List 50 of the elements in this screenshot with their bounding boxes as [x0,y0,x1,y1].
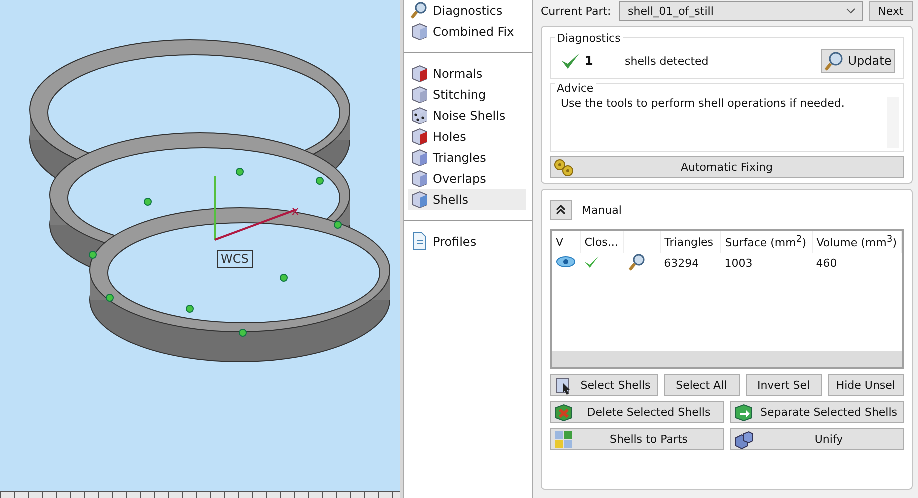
column-header[interactable]: V [552,231,580,253]
update-button[interactable]: Update [821,49,895,73]
tool-button[interactable]: Hide Unsel [828,374,904,396]
magnifier-icon [628,253,646,271]
tool-button[interactable]: Shells to Parts [550,428,724,450]
sidebar-item[interactable]: Triangles [408,147,526,168]
magnifier-icon [410,1,429,20]
tool-button[interactable]: Select Shells [550,374,658,396]
gears-icon [553,158,575,178]
magnifier-icon [824,51,844,71]
cubes-icon [734,430,754,450]
status-text: shells detected [625,54,710,68]
chevron-down-icon [846,8,856,14]
shell-count: 1 [585,54,594,68]
group-title: Diagnostics [555,32,623,45]
collapse-button[interactable] [550,200,572,220]
next-button[interactable]: Next [869,1,913,21]
sidebar-item[interactable]: Overlaps [408,168,526,189]
chevrons-up-icon [556,205,566,215]
table-cell: 1003 [720,253,812,274]
scrollbar[interactable] [552,351,902,367]
tool-button[interactable]: Separate Selected Shells [730,401,904,423]
axis-label: WCS [217,250,253,268]
column-header[interactable]: Surface (mm$^{2}$) [720,231,812,253]
tool-button[interactable]: Invert Sel [746,374,822,396]
sidebar-item[interactable]: Profiles [408,231,526,252]
sidebar-item[interactable]: Normals [408,63,526,84]
automatic-fixing-button[interactable]: Automatic Fixing [550,156,904,178]
arrow-cube-icon [734,403,754,423]
column-header[interactable]: Triangles [660,231,721,253]
column-header[interactable]: Volume (mm$^{3}$) [812,231,902,253]
column-header[interactable]: Clos... [580,231,624,253]
sidebar-item[interactable]: Diagnostics [408,0,526,21]
advice-text: Use the tools to perform shell operations if needed. [561,97,846,112]
tool-button[interactable]: Select All [664,374,740,396]
sidebar-item[interactable]: Shells [408,189,526,210]
sidebar-item[interactable]: Holes [408,126,526,147]
sidebar-item[interactable]: Noise Shells [408,105,526,126]
field-label: Current Part: [541,4,612,18]
table-cell: 460 [812,253,902,274]
section-title: Manual [582,204,622,216]
sidebar-item[interactable]: Combined Fix [408,21,526,42]
table-cell: 63294 [660,253,721,274]
tool-button[interactable]: Unify [730,428,904,450]
part-dropdown[interactable]: shell_01_of_still [619,1,863,21]
cube-grid-icon [554,430,574,450]
tool-button[interactable]: Delete Selected Shells [550,401,724,423]
sidebar-item[interactable]: Stitching [408,84,526,105]
dice-icon [410,106,429,125]
group-title: Advice [555,82,596,95]
